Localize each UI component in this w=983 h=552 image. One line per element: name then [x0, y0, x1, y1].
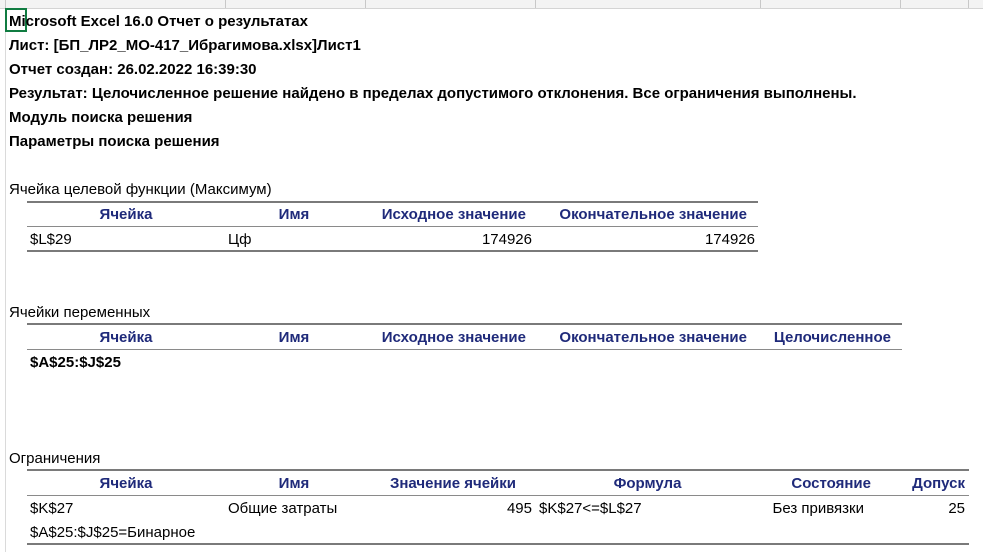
gridline [5, 8, 6, 552]
column-header-strip[interactable] [0, 0, 983, 9]
constraint-cell-ref: $K$27 [30, 500, 74, 517]
constraint-binary: $A$25:$J$25=Бинарное [30, 524, 196, 541]
spreadsheet-grid[interactable]: Microsoft Excel 16.0 Отчет о результатах… [0, 0, 983, 552]
constraints-col-name: Имя [278, 475, 310, 492]
variables-col-final: Окончательное значение [559, 329, 747, 346]
report-result: Результат: Целочисленное решение найдено… [9, 85, 857, 102]
table-rule [27, 226, 758, 227]
report-title: Microsoft Excel 16.0 Отчет о результатах [9, 13, 308, 30]
report-params: Параметры поиска решения [9, 133, 220, 150]
objective-cell-ref: $L$29 [30, 231, 72, 248]
objective-col-name: Имя [278, 206, 310, 223]
column-separator [968, 0, 969, 8]
variables-col-integer: Целочисленное [773, 329, 891, 346]
variables-group-range: $A$25:$J$25 [30, 354, 121, 371]
constraint-formula: $K$27<=$L$27 [539, 500, 642, 517]
variables-col-name: Имя [278, 329, 310, 346]
table-rule [27, 469, 969, 471]
report-created: Отчет создан: 26.02.2022 16:39:30 [9, 61, 257, 78]
variables-col-cell: Ячейка [99, 329, 153, 346]
constraints-section-title: Ограничения [9, 450, 101, 467]
objective-col-final: Окончательное значение [559, 206, 747, 223]
constraint-cell-value: 495 [506, 500, 532, 517]
objective-section-title: Ячейка целевой функции (Максимум) [9, 181, 272, 198]
objective-initial-value: 174926 [481, 231, 532, 248]
column-separator [900, 0, 901, 8]
table-rule [27, 323, 902, 325]
objective-final-value: 174926 [704, 231, 755, 248]
column-separator [535, 0, 536, 8]
column-separator [5, 0, 6, 8]
objective-col-cell: Ячейка [99, 206, 153, 223]
table-rule [27, 543, 969, 545]
report-engine: Модуль поиска решения [9, 109, 193, 126]
column-separator [365, 0, 366, 8]
constraint-slack: 25 [948, 500, 965, 517]
objective-col-initial: Исходное значение [381, 206, 526, 223]
variables-col-initial: Исходное значение [381, 329, 526, 346]
table-rule [27, 349, 902, 350]
constraints-col-status: Состояние [791, 475, 871, 492]
constraints-col-cell: Ячейка [99, 475, 153, 492]
constraint-status: Без привязки [772, 500, 865, 517]
table-rule [27, 495, 969, 496]
constraints-col-slack: Допуск [912, 475, 965, 492]
constraints-col-value: Значение ячейки [389, 475, 516, 492]
constraint-name: Общие затраты [228, 500, 338, 517]
column-separator [225, 0, 226, 8]
column-separator [760, 0, 761, 8]
table-rule [27, 201, 758, 203]
constraints-col-formula: Формула [613, 475, 682, 492]
report-sheet: Лист: [БП_ЛР2_МО-417_Ибрагимова.xlsx]Лис… [9, 37, 361, 54]
table-rule [27, 250, 758, 252]
variables-section-title: Ячейки переменных [9, 304, 151, 321]
objective-name: Цф [228, 231, 252, 248]
